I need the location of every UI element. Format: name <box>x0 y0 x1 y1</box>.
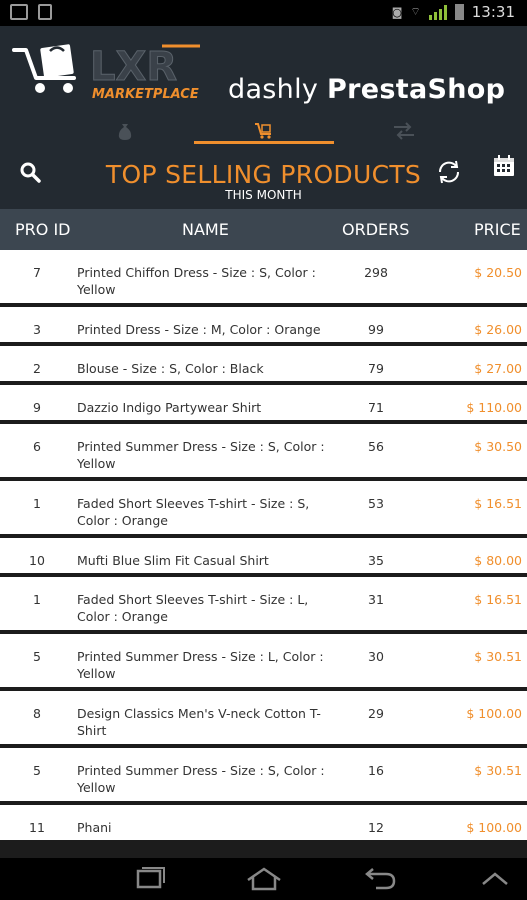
cell-name: Phani <box>77 820 112 835</box>
cart-icon <box>255 122 271 139</box>
cell-orders: 298 <box>364 265 388 280</box>
cell-price: $ 30.50 <box>474 439 522 454</box>
cell-price: $ 16.51 <box>474 496 522 511</box>
cell-orders: 35 <box>368 553 384 568</box>
cell-name: Faded Short Sleeves T-shirt - Size : L, … <box>77 592 309 624</box>
column-header-orders[interactable]: ORDERS <box>342 220 409 239</box>
chevron-up-icon[interactable] <box>475 866 515 892</box>
cell-name: Printed Summer Dress - Size : S, Color :… <box>77 763 325 795</box>
cell-price: $ 30.51 <box>474 649 522 664</box>
logo-text: LXR <box>90 44 177 90</box>
back-icon[interactable] <box>358 866 398 892</box>
tab-transactions[interactable] <box>334 110 474 151</box>
cell-price: $ 20.50 <box>474 265 522 280</box>
products-table[interactable]: 7 Printed Chiffon Dress - Size : S, Color… <box>0 250 527 858</box>
cell-orders: 29 <box>368 706 384 721</box>
table-row[interactable]: 5 Printed Summer Dress - Size : S, Color … <box>0 748 527 805</box>
table-row[interactable]: 2 Blouse - Size : S, Color : Black 79 $ 27.… <box>0 346 527 385</box>
table-row[interactable]: 5 Printed Summer Dress - Size : L, Color … <box>0 634 527 691</box>
cell-name: Printed Dress - Size : M, Color : Orange <box>77 322 321 337</box>
brand-part2: PrestaShop <box>327 74 506 105</box>
table-row[interactable]: 6 Printed Summer Dress - Size : S, Color … <box>0 424 527 481</box>
transfer-icon <box>394 121 414 140</box>
status-time: 13:31 <box>471 3 515 21</box>
cell-orders: 30 <box>368 649 384 664</box>
cell-pro-id: 5 <box>33 763 41 778</box>
cell-price: $ 27.00 <box>474 361 522 376</box>
cell-name: Printed Summer Dress - Size : S, Color :… <box>77 439 325 471</box>
table-row[interactable]: 3 Printed Dress - Size : M, Color : Orang… <box>0 307 527 346</box>
home-icon[interactable] <box>244 866 284 892</box>
tab-bar <box>0 110 527 151</box>
cell-pro-id: 2 <box>33 361 41 376</box>
signal-icon <box>428 4 447 20</box>
cell-name: Printed Chiffon Dress - Size : S, Color … <box>77 265 316 297</box>
image-icon <box>10 4 28 20</box>
cell-price: $ 110.00 <box>466 400 522 415</box>
column-header-price[interactable]: PRICE <box>474 220 521 239</box>
tab-products[interactable] <box>194 110 334 151</box>
cell-orders: 16 <box>368 763 384 778</box>
status-bar: ◙ ⌔ 13:31 <box>0 0 527 26</box>
cell-name: Design Classics Men's V-neck Cotton T-Sh… <box>77 706 321 738</box>
table-header: PRO ID NAME ORDERS PRICE <box>0 209 527 250</box>
table-row[interactable]: 10 Mufti Blue Slim Fit Casual Shirt 35 $ 80… <box>0 538 527 577</box>
cell-name: Blouse - Size : S, Color : Black <box>77 361 264 376</box>
cell-price: $ 100.00 <box>466 820 522 835</box>
table-row[interactable]: 1 Faded Short Sleeves T-shirt - Size : L,… <box>0 577 527 634</box>
cell-orders: 99 <box>368 322 384 337</box>
cell-price: $ 30.51 <box>474 763 522 778</box>
cell-name: Faded Short Sleeves T-shirt - Size : S, … <box>77 496 310 528</box>
brand-part1: dashly <box>228 74 319 105</box>
cell-orders: 56 <box>368 439 384 454</box>
table-row[interactable]: 1 Faded Short Sleeves T-shirt - Size : S,… <box>0 481 527 538</box>
cell-name: Mufti Blue Slim Fit Casual Shirt <box>77 553 269 568</box>
cell-pro-id: 6 <box>33 439 41 454</box>
cell-name: Printed Summer Dress - Size : L, Color :… <box>77 649 324 681</box>
table-row[interactable]: 7 Printed Chiffon Dress - Size : S, Color… <box>0 250 527 307</box>
money-bag-icon <box>118 123 132 140</box>
cell-name: Dazzio Indigo Partywear Shirt <box>77 400 262 415</box>
brand-title: dashly PrestaShop <box>228 74 505 105</box>
logo-subtext: MARKETPLACE <box>92 87 199 102</box>
cell-pro-id: 1 <box>33 592 41 607</box>
cell-orders: 31 <box>368 592 384 607</box>
wifi-icon: ⌔ <box>410 5 421 18</box>
lxr-marketplace-logo: LXR MARKETPLACE <box>12 44 200 102</box>
system-nav-bar <box>0 858 527 900</box>
cell-pro-id: 8 <box>33 706 41 721</box>
table-row[interactable]: 11 Phani 12 $ 100.00 <box>0 805 527 844</box>
tab-sales[interactable] <box>55 110 195 151</box>
cell-price: $ 16.51 <box>474 592 522 607</box>
active-tab-indicator <box>194 141 334 144</box>
cell-price: $ 100.00 <box>466 706 522 721</box>
cell-orders: 79 <box>368 361 384 376</box>
cell-orders: 12 <box>368 820 384 835</box>
nfc-icon: ◙ <box>391 5 403 19</box>
recent-apps-icon[interactable] <box>130 866 170 892</box>
cell-pro-id: 7 <box>33 265 41 280</box>
cell-pro-id: 5 <box>33 649 41 664</box>
column-header-name[interactable]: NAME <box>182 220 229 239</box>
cell-pro-id: 11 <box>29 820 45 835</box>
cell-pro-id: 9 <box>33 400 41 415</box>
cell-orders: 53 <box>368 496 384 511</box>
cell-price: $ 26.00 <box>474 322 522 337</box>
battery-icon <box>454 4 464 20</box>
calendar-icon[interactable] <box>493 155 515 177</box>
column-header-pro-id[interactable]: PRO ID <box>15 220 70 239</box>
document-icon <box>38 4 52 20</box>
cell-pro-id: 1 <box>33 496 41 511</box>
page-subtitle: THIS MONTH <box>225 188 302 202</box>
cell-pro-id: 3 <box>33 322 41 337</box>
table-row[interactable]: 8 Design Classics Men's V-neck Cotton T-S… <box>0 691 527 748</box>
title-bar: TOP SELLING PRODUCTS THIS MONTH <box>0 151 527 209</box>
refresh-icon[interactable] <box>436 159 462 185</box>
cell-pro-id: 10 <box>29 553 45 568</box>
cell-orders: 71 <box>368 400 384 415</box>
cell-price: $ 80.00 <box>474 553 522 568</box>
table-row[interactable]: 9 Dazzio Indigo Partywear Shirt 71 $ 110.00 <box>0 385 527 424</box>
